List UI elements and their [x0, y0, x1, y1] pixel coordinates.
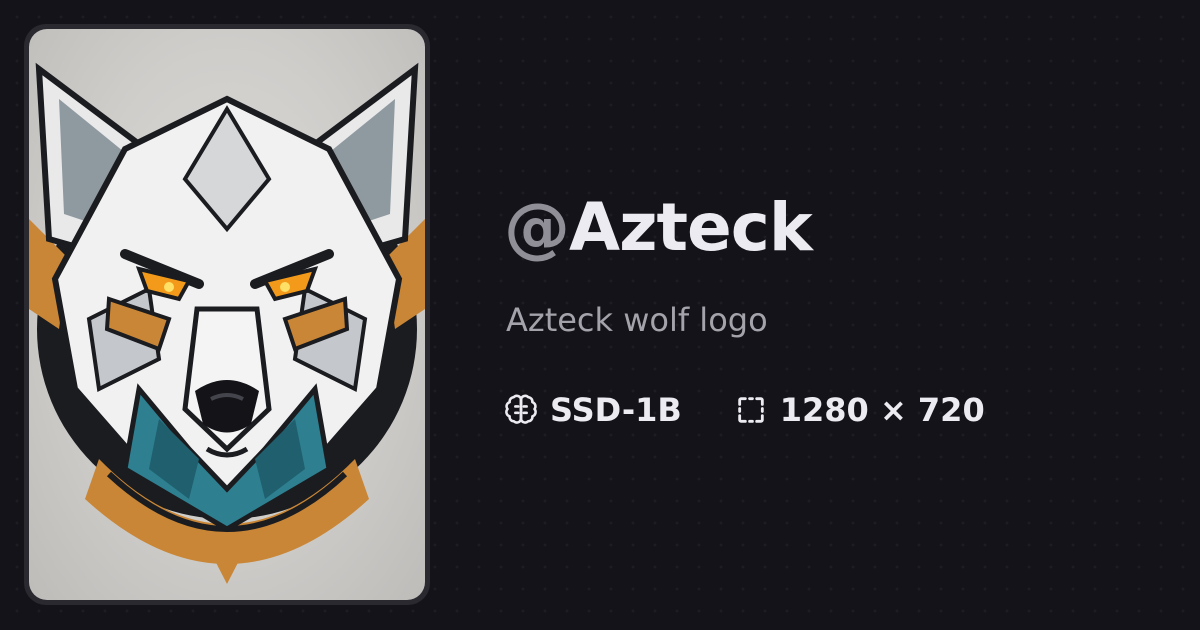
- dashed-square-icon: [738, 397, 764, 423]
- handle-prefix: @: [504, 189, 570, 266]
- handle-name: Azteck: [569, 189, 813, 266]
- image-prompt: Azteck wolf logo: [506, 301, 768, 339]
- meta-row: SSD-1B 1280 × 720: [504, 390, 1037, 430]
- model-label: SSD-1B: [550, 391, 682, 429]
- brain-icon: [505, 394, 537, 424]
- dimensions-info: 1280 × 720: [734, 391, 985, 429]
- generated-image[interactable]: [29, 29, 425, 600]
- dimensions-label: 1280 × 720: [779, 391, 985, 429]
- model-info: SSD-1B: [504, 391, 682, 429]
- wolf-logo-image: [29, 62, 425, 584]
- profile-handle[interactable]: @Azteck: [504, 189, 813, 266]
